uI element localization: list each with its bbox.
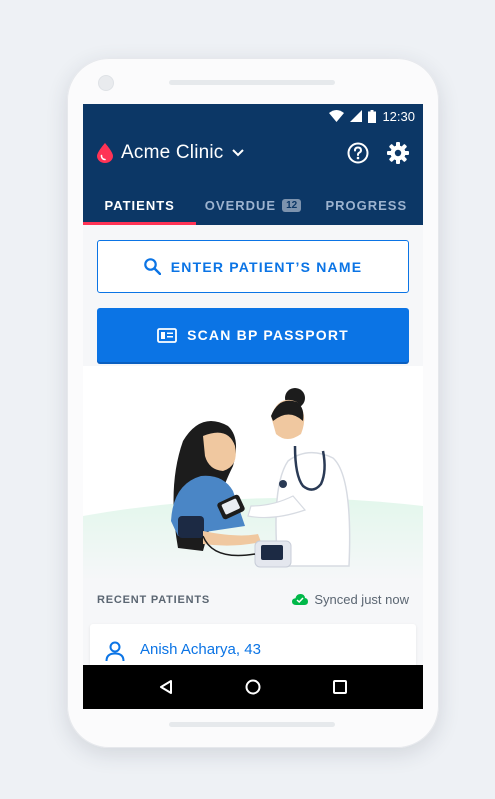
tab-bar: PATIENTS OVERDUE 12 PROGRESS bbox=[83, 186, 423, 225]
recent-patients-label: RECENT PATIENTS bbox=[97, 593, 211, 606]
cellular-signal-icon bbox=[350, 110, 363, 122]
blood-drop-icon bbox=[97, 143, 113, 163]
app-bar: 12:30 Acme Clinic PATIENTS OVERDUE 12 PRO… bbox=[83, 104, 423, 225]
system-nav-bar bbox=[83, 665, 423, 709]
cloud-check-icon bbox=[292, 594, 309, 605]
battery-icon bbox=[368, 109, 377, 123]
search-icon bbox=[143, 258, 161, 275]
id-card-icon bbox=[157, 327, 177, 343]
patient-name: Anish Acharya, 43 bbox=[140, 641, 261, 658]
back-triangle-icon[interactable] bbox=[159, 680, 173, 694]
gear-icon[interactable] bbox=[387, 142, 409, 164]
doctor-patient-illustration bbox=[83, 366, 423, 581]
front-camera bbox=[98, 75, 114, 91]
search-patient-button[interactable]: ENTER PATIENT’S NAME bbox=[97, 240, 409, 293]
sync-status: Synced just now bbox=[292, 592, 409, 607]
app-bar-actions bbox=[347, 142, 409, 164]
wifi-icon bbox=[329, 110, 345, 122]
recent-patients-header: RECENT PATIENTS Synced just now bbox=[97, 592, 409, 607]
clinic-selector[interactable]: Acme Clinic bbox=[97, 142, 244, 164]
tab-progress-label: PROGRESS bbox=[325, 198, 408, 213]
home-circle-icon[interactable] bbox=[245, 679, 261, 695]
sync-status-text: Synced just now bbox=[314, 592, 409, 607]
clinic-name: Acme Clinic bbox=[121, 142, 224, 163]
scan-button-label: SCAN BP PASSPORT bbox=[187, 327, 349, 343]
help-circle-icon[interactable] bbox=[347, 142, 369, 164]
tab-overdue[interactable]: OVERDUE 12 bbox=[196, 186, 309, 225]
search-button-label: ENTER PATIENT’S NAME bbox=[170, 258, 363, 275]
tab-overdue-label: OVERDUE bbox=[204, 198, 277, 213]
tab-patients[interactable]: PATIENTS bbox=[83, 186, 197, 225]
status-time: 12:30 bbox=[382, 108, 415, 124]
scan-bp-passport-button[interactable]: SCAN BP PASSPORT bbox=[97, 308, 409, 362]
tab-progress[interactable]: PROGRESS bbox=[310, 186, 423, 225]
bottom-speaker bbox=[169, 722, 335, 727]
overdue-count-badge: 12 bbox=[282, 199, 302, 212]
app-screen: 12:30 Acme Clinic PATIENTS OVERDUE 12 PRO… bbox=[83, 104, 423, 709]
person-icon bbox=[105, 641, 125, 662]
tab-patients-label: PATIENTS bbox=[104, 198, 175, 213]
recents-square-icon[interactable] bbox=[333, 680, 347, 694]
earpiece-speaker bbox=[169, 80, 335, 85]
chevron-down-icon bbox=[231, 149, 244, 157]
status-bar: 12:30 bbox=[329, 108, 415, 124]
